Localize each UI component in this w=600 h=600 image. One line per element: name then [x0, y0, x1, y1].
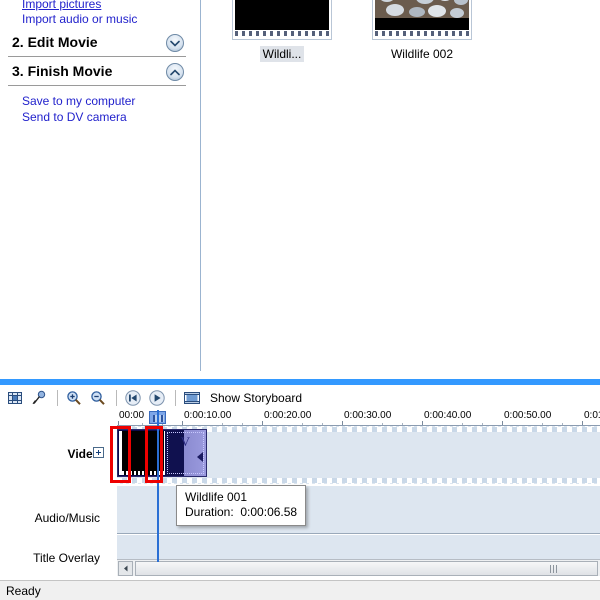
ruler-tick-5: 0:00:50.00 [504, 410, 552, 421]
wildlife-photo [375, 0, 469, 30]
status-text: Ready [6, 583, 41, 598]
thumbnail-wildlife-001[interactable] [232, 0, 332, 40]
ruler-tick-3: 0:00:30.00 [344, 410, 392, 421]
filmstrip-perforations [235, 31, 329, 36]
storyboard-icon[interactable] [181, 387, 203, 409]
narrate-timeline-icon[interactable] [28, 387, 50, 409]
thumbnail-image-001 [235, 0, 329, 30]
import-audio-link[interactable]: Import audio or music [0, 11, 137, 27]
send-to-dv-link[interactable]: Send to DV camera [0, 109, 127, 125]
status-bar: Ready [0, 580, 600, 600]
zoom-in-icon[interactable] [63, 387, 85, 409]
track-label-title-overlay: Title Overlay [33, 551, 100, 565]
timeline-clip-wildlife-001[interactable]: V [117, 429, 207, 477]
scrollbar-grip [550, 564, 557, 573]
filmstrip-perforations [375, 31, 469, 36]
tooltip-title: Wildlife 001 [185, 490, 248, 504]
accent-bar [0, 379, 600, 385]
toolbar-separator [116, 390, 117, 406]
toolbar-separator [175, 390, 176, 406]
clip-trim-arrow-icon[interactable] [197, 452, 203, 462]
clip-tooltip: Wildlife 001 Duration: 0:00:06.58 [176, 485, 307, 526]
chevron-down-icon[interactable] [166, 34, 184, 52]
ruler-tick-1: 0:00:10.00 [184, 410, 232, 421]
section-finish-movie-title: 3. Finish Movie [12, 63, 113, 79]
track-label-audio-music: Audio/Music [34, 511, 100, 525]
movie-maker-window: Import pictures Import audio or music 2.… [0, 0, 600, 600]
section-edit-movie-title: 2. Edit Movie [12, 34, 98, 50]
zoom-out-icon[interactable] [87, 387, 109, 409]
collection-item-wildlife-002[interactable]: Wildlife 002 [357, 0, 487, 62]
tooltip-duration-label: Duration: [185, 505, 234, 519]
tooltip-duration-value: 0:00:06.58 [240, 505, 298, 519]
ruler-tick-4: 0:00:40.00 [424, 410, 472, 421]
scrollbar-thumb[interactable] [135, 560, 598, 576]
top-area: Import pictures Import audio or music 2.… [0, 0, 600, 380]
ruler-tick-0: 00:00 [119, 410, 145, 421]
collection-item-label-002[interactable]: Wildlife 002 [388, 46, 456, 62]
video-track-bottom-edge [117, 478, 600, 483]
clip-label: V [180, 434, 190, 449]
scroll-left-icon[interactable] [118, 560, 133, 576]
timeline-hscrollbar[interactable] [117, 559, 600, 576]
timeline-ruler[interactable]: 00:00 0:00:10.00 0:00:20.00 0:00:30.00 0… [117, 410, 600, 426]
show-storyboard-button[interactable]: Show Storyboard [210, 391, 302, 405]
section-finish-movie[interactable]: 3. Finish Movie [8, 60, 186, 86]
collection-item-label-001[interactable]: Wildli... [259, 46, 305, 62]
show-timeline-icon[interactable] [4, 387, 26, 409]
video-track-expander[interactable] [93, 447, 104, 458]
timeline-toolbar: Show Storyboard [0, 386, 600, 410]
ruler-tick-6: 0:01:0 [584, 410, 600, 421]
tooltip-duration: Duration: 0:00:06.58 [185, 505, 297, 520]
track-label-video: Video [67, 447, 100, 461]
ruler-tick-2: 0:00:20.00 [264, 410, 312, 421]
collection-pane: Wildli... Wildlife 002 [201, 0, 600, 371]
collection-item-wildlife-001[interactable]: Wildli... [217, 0, 347, 62]
timeline-track-labels: Video Audio/Music Title Overlay [0, 410, 117, 580]
section-edit-movie[interactable]: 2. Edit Movie [8, 31, 186, 57]
save-to-computer-link[interactable]: Save to my computer [0, 93, 135, 109]
thumbnail-wildlife-002[interactable] [372, 0, 472, 40]
toolbar-separator [57, 390, 58, 406]
thumbnail-image-002 [375, 0, 469, 30]
timeline-playhead[interactable] [157, 410, 159, 562]
play-timeline-icon[interactable] [146, 387, 168, 409]
chevron-up-icon[interactable] [166, 63, 184, 81]
rewind-timeline-icon[interactable] [122, 387, 144, 409]
movie-tasks-pane: Import pictures Import audio or music 2.… [0, 0, 200, 380]
